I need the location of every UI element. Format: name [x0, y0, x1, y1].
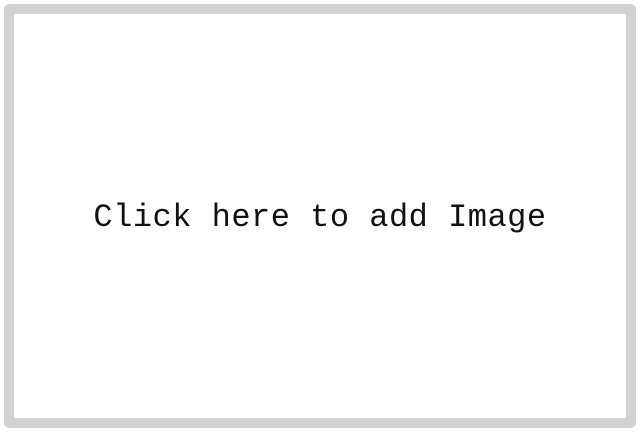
add-image-placeholder[interactable]: Click here to add Image [4, 4, 636, 428]
add-image-label: Click here to add Image [93, 198, 547, 236]
